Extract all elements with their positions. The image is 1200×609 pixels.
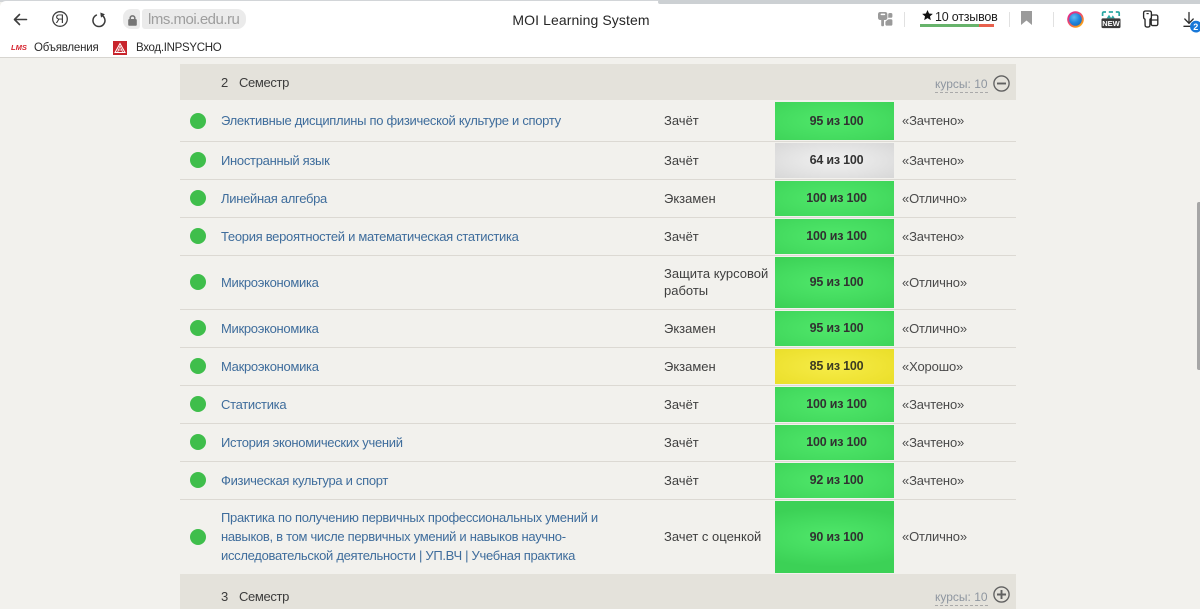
svg-text:2: 2 (1193, 22, 1198, 32)
svg-text:NEW: NEW (1102, 19, 1120, 28)
